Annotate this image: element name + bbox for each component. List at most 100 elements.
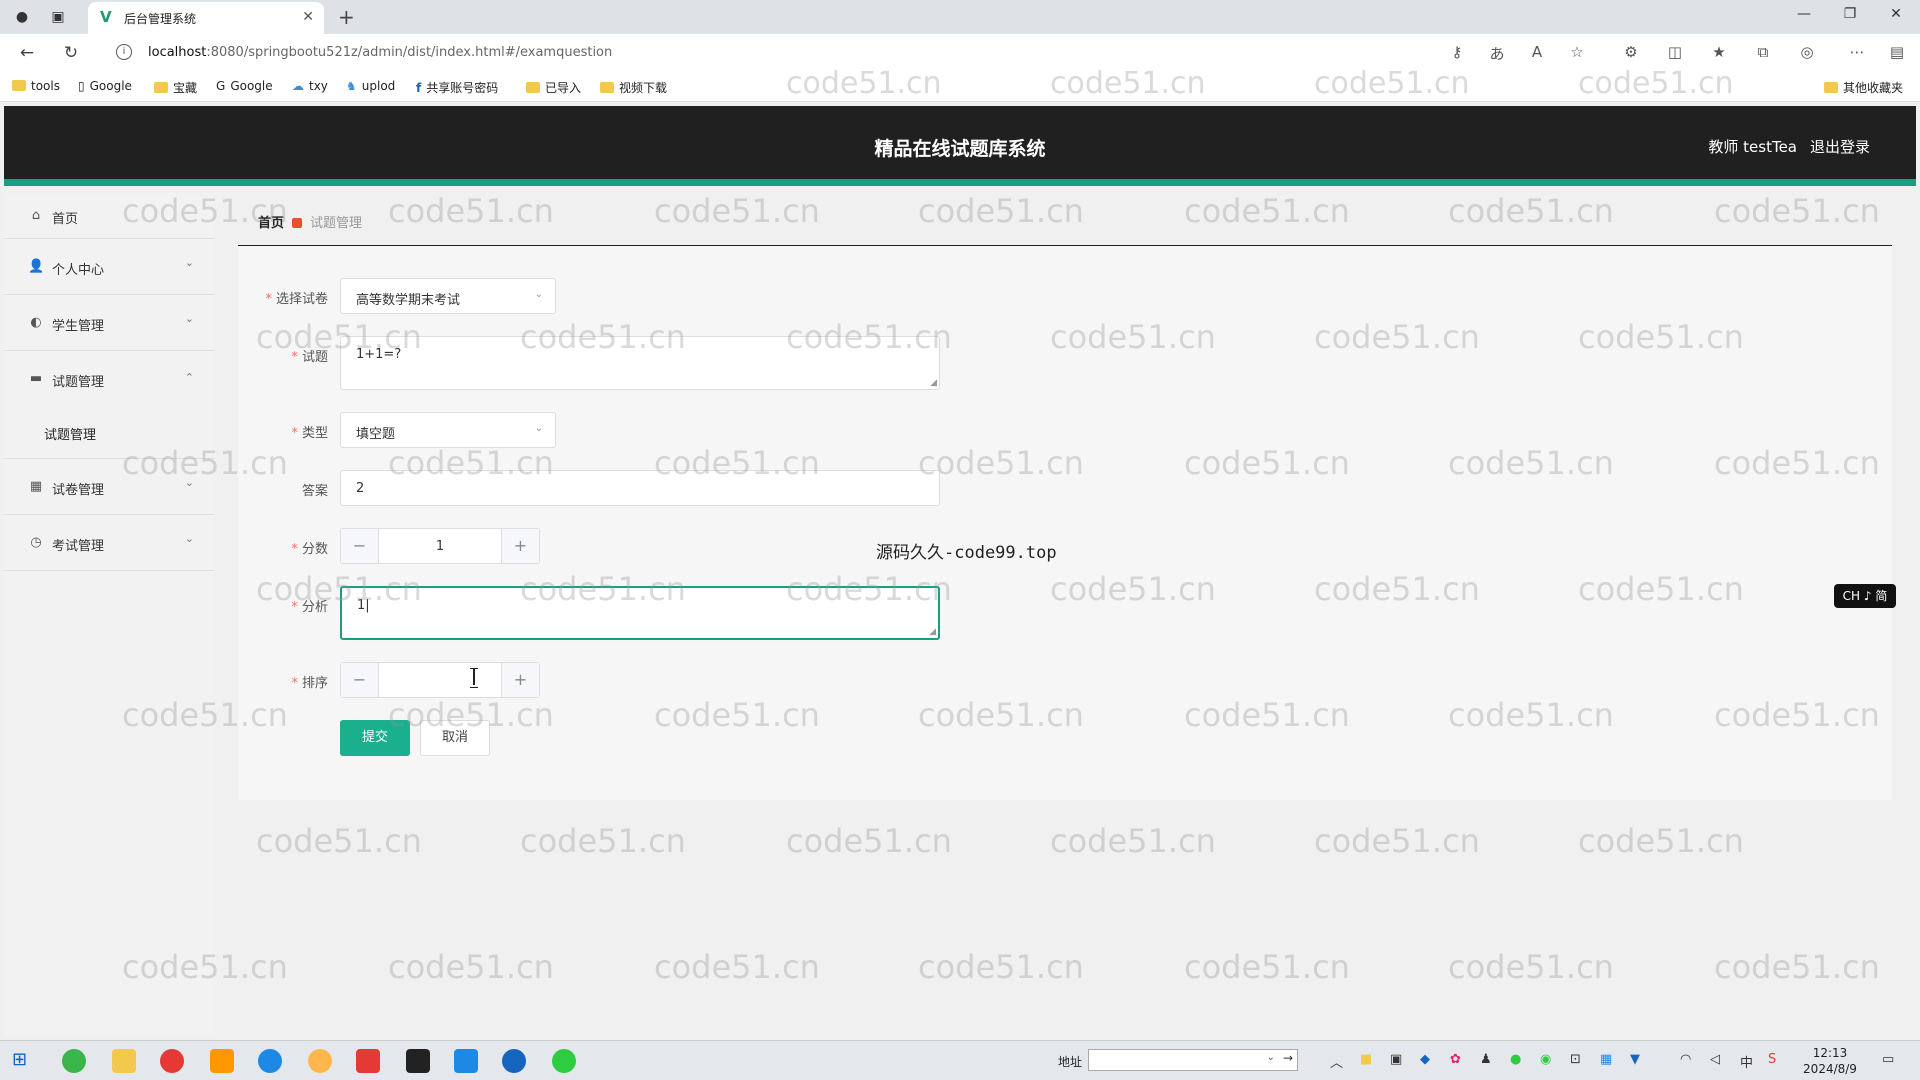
tray-app-icon[interactable]: ✿ [1450, 1052, 1461, 1067]
increment-button[interactable]: + [501, 529, 539, 563]
order-stepper[interactable]: − + [340, 662, 540, 698]
split-screen-icon[interactable]: ◫ [1664, 43, 1686, 61]
paper-select[interactable]: 高等数学期末考试 ⌄ [340, 278, 556, 314]
read-aloud-icon[interactable]: A [1526, 43, 1548, 61]
bookmark-baozang[interactable]: 宝藏 [154, 79, 197, 96]
bookmark-other-favorites[interactable]: 其他收藏夹 [1824, 79, 1903, 96]
bookmark-google-2[interactable]: G Google [216, 79, 273, 93]
tray-app-icon[interactable]: ● [1510, 1052, 1521, 1067]
file-explorer-icon[interactable] [112, 1049, 136, 1073]
sidebar-item-home[interactable]: ⌂ 首页 [4, 193, 214, 239]
volume-icon[interactable]: ◁ [1710, 1052, 1720, 1067]
type-select-value: 填空题 [356, 427, 396, 442]
bookmark-uplod[interactable]: ♞ uplod [346, 79, 395, 93]
chevron-down-icon: ⌄ [534, 289, 543, 300]
taskbar-clock[interactable]: 12:13 2024/8/9 [1800, 1045, 1860, 1077]
tray-app-icon[interactable]: ⊡ [1570, 1052, 1581, 1067]
tray-app-icon[interactable]: S [1768, 1052, 1776, 1067]
submit-button[interactable]: 提交 [340, 720, 410, 756]
vscode-icon[interactable] [502, 1049, 526, 1073]
input-method-icon[interactable]: 中 [1740, 1052, 1753, 1071]
back-icon[interactable]: ← [16, 43, 38, 63]
chrome-icon[interactable] [160, 1049, 184, 1073]
sidebar-toggle-icon[interactable]: ▤ [1886, 43, 1908, 61]
info-icon[interactable]: i [116, 44, 132, 60]
tray-expand-icon[interactable]: ︿ [1330, 1052, 1343, 1071]
sidebar-item-students[interactable]: ◐ 学生管理 ⌄ [4, 295, 214, 351]
windows-start-icon[interactable]: ⊞ [12, 1049, 36, 1073]
decrement-button[interactable]: − [341, 663, 379, 697]
submenu-item-questions[interactable]: 试题管理 [4, 407, 214, 459]
answer-input[interactable]: 2 [340, 470, 940, 506]
question-textarea[interactable]: 1+1=? ◢ [340, 336, 940, 390]
resize-grip-icon[interactable]: ◢ [929, 627, 936, 637]
intellij-icon[interactable] [406, 1049, 430, 1073]
score-stepper[interactable]: − 1 + [340, 528, 540, 564]
bookmark-tools[interactable]: tools [12, 79, 60, 93]
tray-app-icon[interactable]: ▦ [1600, 1052, 1612, 1067]
type-select[interactable]: 填空题 ⌄ [340, 412, 556, 448]
go-arrow-icon[interactable]: → [1283, 1051, 1293, 1065]
360-browser-icon[interactable] [62, 1049, 86, 1073]
sublime-icon[interactable] [210, 1049, 234, 1073]
wps-icon[interactable] [356, 1049, 380, 1073]
url-field[interactable]: i localhost:8080/springbootu521z/admin/d… [116, 41, 1456, 65]
tray-vscode-icon[interactable]: ◆ [1420, 1052, 1430, 1067]
chevron-down-icon[interactable]: ⌄ [1267, 1052, 1275, 1063]
translate-icon[interactable]: あ [1486, 43, 1508, 64]
analysis-value: 1| [357, 598, 370, 613]
decrement-button[interactable]: − [341, 529, 379, 563]
increment-button[interactable]: + [501, 663, 539, 697]
typora-icon[interactable] [454, 1049, 478, 1073]
logout-button[interactable]: 退出登录 [1810, 136, 1870, 157]
cancel-button[interactable]: 取消 [420, 720, 490, 756]
tray-app-icon[interactable]: ▣ [1390, 1052, 1402, 1067]
sidebar-item-questions[interactable]: ▬ 试题管理 ⌃ [4, 351, 214, 407]
bookmark-imported[interactable]: 已导入 [526, 79, 581, 96]
collections-icon[interactable]: ⧉ [1752, 43, 1774, 61]
close-window-button[interactable]: ✕ [1876, 6, 1916, 22]
tray-user-icon[interactable]: ♟ [1480, 1052, 1492, 1067]
breadcrumb-home[interactable]: 首页 [258, 216, 284, 231]
bookmark-video-download[interactable]: 视频下载 [600, 79, 667, 96]
resize-grip-icon[interactable]: ◢ [930, 378, 937, 388]
more-menu-icon[interactable]: ⋯ [1846, 43, 1868, 61]
taskbar-address-input[interactable]: ⌄ → [1088, 1049, 1298, 1071]
watermark: code51.cn [1184, 192, 1350, 230]
user-info: 教师 testTea [1708, 138, 1797, 156]
wifi-icon[interactable]: ◠ [1680, 1052, 1691, 1067]
tray-wechat-icon[interactable]: ◉ [1540, 1052, 1551, 1067]
restore-button[interactable]: ❐ [1830, 6, 1870, 22]
profile-icon[interactable]: ● [12, 7, 32, 27]
security-icon[interactable]: ◎ [1796, 43, 1818, 61]
score-value[interactable]: 1 [379, 539, 501, 554]
bookmark-txy[interactable]: ☁ txy [292, 79, 328, 93]
favorites-icon[interactable]: ★ [1708, 43, 1730, 61]
minimize-button[interactable]: — [1784, 6, 1824, 22]
extensions-icon[interactable]: ⚙ [1620, 43, 1642, 61]
refresh-icon[interactable]: ↻ [60, 43, 82, 63]
app-icon[interactable] [308, 1049, 332, 1073]
notification-icon[interactable]: ▭ [1882, 1052, 1894, 1067]
bookmark-google-1[interactable]: ▯ Google [78, 79, 132, 93]
student-icon: ◐ [30, 315, 42, 330]
browser-tab[interactable]: V 后台管理系统 ✕ [88, 2, 324, 34]
tab-actions-icon[interactable]: ▣ [48, 7, 68, 27]
sidebar-item-papers[interactable]: ▦ 试卷管理 ⌄ [4, 459, 214, 515]
edge-icon[interactable] [258, 1049, 282, 1073]
answer-label: 答案 [301, 484, 328, 499]
paper-select-value: 高等数学期末考试 [356, 293, 461, 308]
analysis-textarea[interactable]: 1| ◢ [340, 586, 940, 640]
tab-close-icon[interactable]: ✕ [302, 9, 314, 25]
bookmark-shared-accounts[interactable]: f 共享账号密码 [416, 79, 498, 96]
tray-app-icon[interactable]: ▼ [1630, 1052, 1640, 1067]
sidebar-item-exams[interactable]: ◷ 考试管理 ⌄ [4, 515, 214, 571]
user-icon: 👤 [28, 259, 45, 274]
sidebar-item-profile[interactable]: 👤 个人中心 ⌄ [4, 239, 214, 295]
wechat-icon[interactable] [552, 1049, 576, 1073]
key-icon[interactable]: ⚷ [1446, 43, 1468, 61]
tray-app-icon[interactable]: ■ [1360, 1052, 1372, 1067]
favorite-star-icon[interactable]: ☆ [1566, 43, 1588, 61]
ime-indicator[interactable]: CH ♪ 简 [1834, 584, 1896, 608]
new-tab-button[interactable]: + [338, 5, 355, 29]
